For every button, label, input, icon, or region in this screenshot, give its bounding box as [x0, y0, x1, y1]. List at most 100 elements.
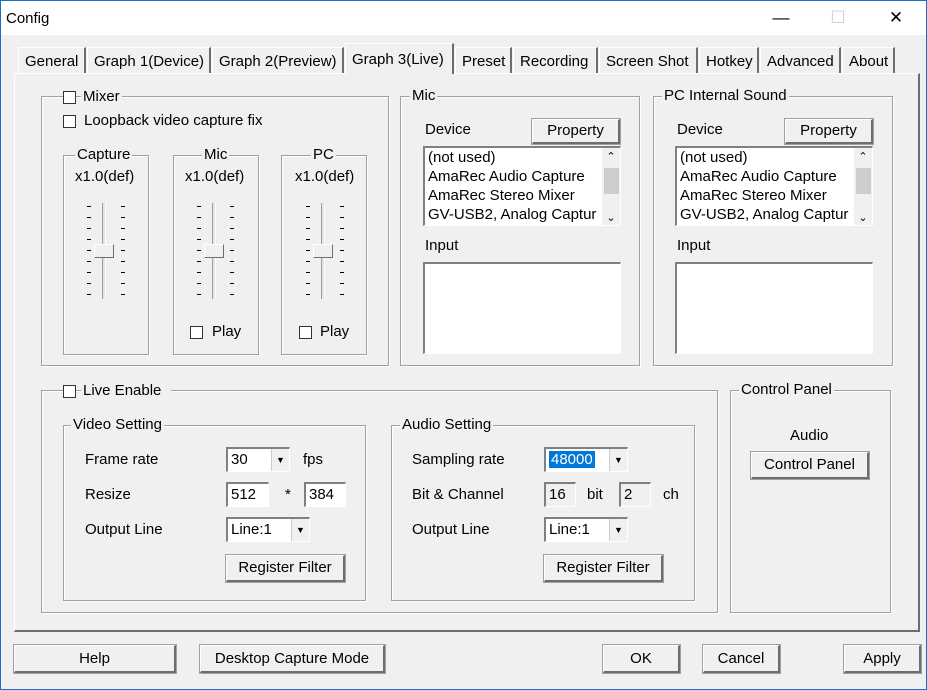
channels-field: 2 — [619, 482, 651, 507]
pc-title: PC — [311, 146, 336, 163]
chevron-down-icon[interactable]: ▼ — [609, 519, 627, 541]
sampling-rate-combo[interactable]: 48000 ▼ — [544, 447, 628, 472]
maximize-button[interactable]: ☐ — [815, 1, 861, 35]
control-panel-group — [730, 390, 891, 613]
audio-setting-title: Audio Setting — [400, 416, 494, 433]
bit-channel-label: Bit & Channel — [412, 486, 504, 503]
config-window: Config — ☐ ✕ General Graph 1(Device) Gra… — [0, 0, 927, 690]
pc-device-list[interactable]: (not used) AmaRec Audio Capture AmaRec S… — [675, 146, 873, 226]
mic-group-title: Mic — [410, 87, 438, 104]
pc-gain-value: x1.0(def) — [295, 168, 355, 185]
close-button[interactable]: ✕ — [873, 1, 919, 35]
title-bar: Config — ☐ ✕ — [1, 1, 926, 35]
scroll-thumb[interactable] — [856, 168, 871, 194]
mic-property-button[interactable]: Property — [532, 119, 620, 144]
mic-slider-thumb[interactable] — [204, 244, 224, 258]
scroll-down-icon[interactable]: ⌄ — [854, 209, 872, 225]
scroll-down-icon[interactable]: ⌄ — [602, 209, 620, 225]
control-panel-title: Control Panel — [739, 381, 834, 398]
window-title: Config — [6, 10, 50, 27]
desktop-capture-mode-button[interactable]: Desktop Capture Mode — [200, 645, 385, 673]
control-panel-audio-label: Audio — [790, 427, 829, 444]
chevron-down-icon[interactable]: ▼ — [609, 449, 627, 471]
list-item[interactable]: AmaRec Audio Capture — [677, 167, 872, 186]
pc-device-scrollbar[interactable]: ⌃ ⌄ — [854, 148, 872, 225]
capture-gain-value: x1.0(def) — [75, 168, 135, 185]
video-output-line-label: Output Line — [85, 521, 163, 538]
frame-rate-combo[interactable]: 30 ▼ — [226, 447, 290, 472]
control-panel-button[interactable]: Control Panel — [751, 452, 869, 479]
chevron-down-icon[interactable]: ▼ — [291, 519, 309, 541]
cancel-button[interactable]: Cancel — [703, 645, 780, 673]
pc-input-list[interactable] — [675, 262, 873, 354]
video-output-line-value: Line:1 — [231, 521, 272, 538]
tab-graph3-live[interactable]: Graph 3(Live) — [345, 43, 454, 74]
mixer-label: Mixer — [81, 88, 122, 105]
ok-button[interactable]: OK — [603, 645, 680, 673]
frame-rate-label: Frame rate — [85, 451, 159, 468]
minimize-button[interactable]: — — [758, 1, 804, 35]
chevron-down-icon[interactable]: ▼ — [271, 449, 289, 471]
mic-device-list[interactable]: (not used) AmaRec Audio Capture AmaRec S… — [423, 146, 621, 226]
help-button[interactable]: Help — [14, 645, 176, 673]
loopback-checkbox[interactable] — [63, 115, 76, 128]
resize-width-field[interactable]: 512 — [226, 482, 269, 507]
resize-label: Resize — [85, 486, 131, 503]
bit-depth-field: 16 — [544, 482, 576, 507]
tab-graph2-preview[interactable]: Graph 2(Preview) — [212, 47, 344, 74]
scroll-up-icon[interactable]: ⌃ — [854, 148, 872, 164]
live-enable-label: Live Enable — [81, 382, 172, 399]
mixer-checkbox[interactable] — [63, 91, 76, 104]
video-register-filter-button[interactable]: Register Filter — [226, 555, 345, 582]
mic-play-label: Play — [212, 323, 242, 340]
audio-output-line-label: Output Line — [412, 521, 490, 538]
tab-hotkey[interactable]: Hotkey — [699, 47, 759, 74]
mic-input-list[interactable] — [423, 262, 621, 354]
mic-input-label: Input — [425, 237, 459, 254]
pc-group-title: PC Internal Sound — [662, 87, 789, 104]
live-enable-checkbox[interactable] — [63, 385, 76, 398]
tab-general[interactable]: General — [18, 47, 86, 74]
audio-register-filter-button[interactable]: Register Filter — [544, 555, 663, 582]
audio-output-line-combo[interactable]: Line:1 ▼ — [544, 517, 628, 542]
pc-property-button[interactable]: Property — [785, 119, 873, 144]
list-item[interactable]: GV-USB2, Analog Captur — [677, 205, 872, 224]
frame-rate-value: 30 — [231, 451, 248, 468]
loopback-label: Loopback video capture fix — [84, 112, 263, 129]
mic-gain-value: x1.0(def) — [185, 168, 245, 185]
mic-title: Mic — [202, 146, 230, 163]
tab-advanced[interactable]: Advanced — [760, 47, 841, 74]
list-item[interactable]: (not used) — [677, 148, 872, 167]
resize-height-field[interactable]: 384 — [304, 482, 346, 507]
scroll-up-icon[interactable]: ⌃ — [602, 148, 620, 164]
list-item[interactable]: AmaRec Stereo Mixer — [425, 186, 620, 205]
tab-graph1-device[interactable]: Graph 1(Device) — [87, 47, 211, 74]
capture-title: Capture — [75, 146, 133, 163]
tab-screen-shot[interactable]: Screen Shot — [599, 47, 698, 74]
capture-slider-thumb[interactable] — [94, 244, 114, 258]
apply-button[interactable]: Apply — [844, 645, 921, 673]
tab-recording[interactable]: Recording — [513, 47, 598, 74]
list-item[interactable]: AmaRec Stereo Mixer — [677, 186, 872, 205]
pc-slider-thumb[interactable] — [313, 244, 333, 258]
resize-times-label: * — [285, 486, 291, 503]
pc-input-label: Input — [677, 237, 711, 254]
sampling-rate-label: Sampling rate — [412, 451, 505, 468]
list-item[interactable]: GV-USB2, Analog Captur — [425, 205, 620, 224]
mic-device-scrollbar[interactable]: ⌃ ⌄ — [602, 148, 620, 225]
video-setting-title: Video Setting — [71, 416, 164, 433]
tab-preset[interactable]: Preset — [455, 47, 512, 74]
sampling-rate-value: 48000 — [549, 451, 595, 468]
ch-label: ch — [663, 486, 679, 503]
list-item[interactable]: AmaRec Audio Capture — [425, 167, 620, 186]
fps-label: fps — [303, 451, 324, 468]
video-output-line-combo[interactable]: Line:1 ▼ — [226, 517, 310, 542]
list-item[interactable]: (not used) — [425, 148, 620, 167]
tab-about[interactable]: About — [842, 47, 895, 74]
mic-play-checkbox[interactable] — [190, 326, 203, 339]
pc-device-label: Device — [677, 121, 723, 138]
audio-output-line-value: Line:1 — [549, 521, 590, 538]
scroll-thumb[interactable] — [604, 168, 619, 194]
bit-label: bit — [587, 486, 603, 503]
pc-play-checkbox[interactable] — [299, 326, 312, 339]
